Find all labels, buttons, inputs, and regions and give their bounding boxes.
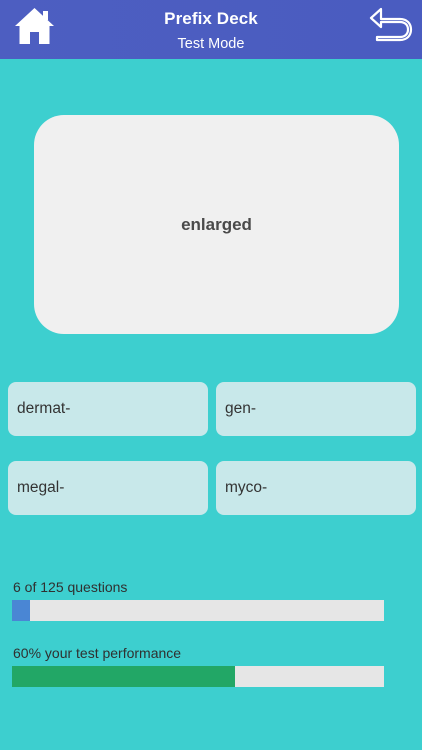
back-arrow-icon: [369, 7, 413, 42]
performance-progress-fill: [12, 666, 236, 687]
answer-option-3[interactable]: megal-: [8, 461, 208, 515]
questions-progress-bar: [12, 600, 384, 621]
page-title: Prefix Deck: [164, 9, 258, 28]
answer-option-2[interactable]: gen-: [216, 382, 416, 436]
back-button[interactable]: [367, 5, 413, 43]
answer-option-4[interactable]: myco-: [216, 461, 416, 515]
page-subtitle: Test Mode: [177, 36, 245, 52]
flashcard-term: enlarged: [181, 214, 252, 234]
questions-progress-label: 6 of 125 questions: [13, 579, 128, 595]
performance-progress-label: 60% your test performance: [13, 645, 182, 661]
flashcard[interactable]: enlarged: [34, 115, 399, 334]
performance-progress-bar: [12, 666, 384, 687]
answer-option-1[interactable]: dermat-: [8, 382, 208, 436]
header-bar: Prefix Deck Test Mode: [0, 0, 422, 59]
questions-progress-fill: [12, 600, 30, 621]
